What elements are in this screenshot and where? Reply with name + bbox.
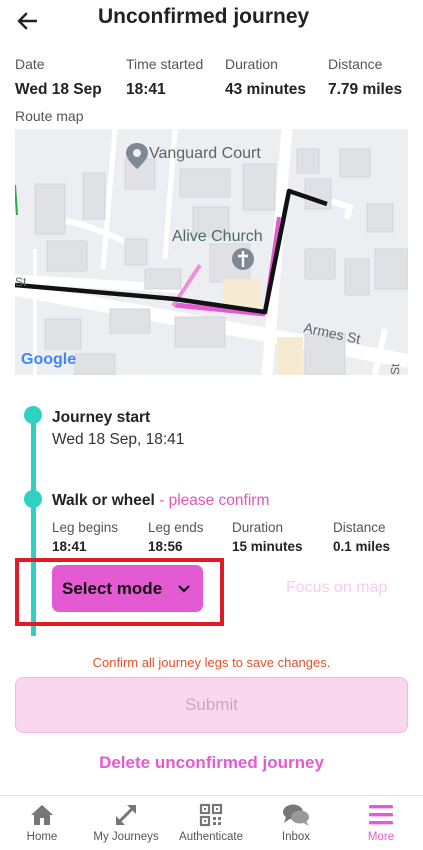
- leg-duration: Duration 15 minutes: [232, 520, 303, 554]
- nav-authenticate[interactable]: Authenticate: [169, 796, 253, 850]
- map-label-street-right: St: [388, 363, 402, 375]
- summary-distance-value: 7.79 miles: [328, 81, 403, 98]
- nav-authenticate-label: Authenticate: [179, 831, 243, 843]
- route-map[interactable]: Vanguard Court Alive Church Armes St St …: [15, 129, 408, 375]
- nav-more[interactable]: More: [339, 796, 423, 850]
- header: Unconfirmed journey: [0, 0, 423, 40]
- leg-duration-label: Duration: [232, 520, 284, 535]
- leg-distance: Distance 0.1 miles: [333, 520, 390, 554]
- page-title: Unconfirmed journey: [98, 5, 310, 28]
- map-canvas: Vanguard Court Alive Church Armes St St …: [15, 129, 408, 375]
- leg-begins-value: 18:41: [52, 539, 87, 554]
- leg-ends-label: Leg ends: [148, 520, 204, 535]
- nav-home-label: Home: [26, 831, 58, 843]
- journey-start-datetime: Wed 18 Sep, 18:41: [52, 431, 185, 448]
- journey-summary: Date Wed 18 Sep Time started 18:41 Durat…: [0, 56, 423, 102]
- leg-duration-value: 15 minutes: [232, 539, 303, 554]
- leg-begins-label: Leg begins: [52, 520, 119, 535]
- focus-on-map-link[interactable]: Focus on map: [286, 579, 387, 597]
- church-icon: [232, 248, 254, 270]
- select-mode-button[interactable]: Select mode: [52, 565, 203, 612]
- submit-button[interactable]: Submit: [15, 677, 408, 733]
- leg-mode: Walk or wheel: [52, 492, 155, 509]
- arrow-left-icon: [17, 12, 37, 30]
- summary-duration-value: 43 minutes: [225, 81, 306, 98]
- back-button[interactable]: [14, 8, 40, 34]
- summary-time-started: Time started 18:41: [126, 56, 203, 99]
- map-label-alive-church: Alive Church: [172, 228, 263, 245]
- summary-time-value: 18:41: [126, 81, 166, 98]
- leg-ends: Leg ends 18:56: [148, 520, 204, 554]
- leg-ends-value: 18:56: [148, 539, 183, 554]
- summary-distance-label: Distance: [328, 56, 383, 72]
- nav-my-journeys-label: My Journeys: [93, 831, 159, 843]
- home-icon: [31, 805, 53, 825]
- menu-icon: [369, 805, 393, 825]
- nav-inbox-label: Inbox: [281, 831, 311, 843]
- leg-distance-value: 0.1 miles: [333, 539, 391, 554]
- chevron-down-icon: [178, 584, 190, 593]
- summary-distance: Distance 7.79 miles: [328, 56, 402, 99]
- summary-duration-label: Duration: [225, 56, 278, 72]
- leg-begins: Leg begins 18:41: [52, 520, 118, 554]
- nav-more-label: More: [367, 831, 395, 843]
- timeline-start-dot: [24, 406, 42, 424]
- select-mode-label: Select mode: [62, 578, 163, 598]
- route-map-label: Route map: [15, 108, 84, 124]
- nav-home[interactable]: Home: [0, 796, 84, 850]
- leg-distance-label: Distance: [333, 520, 386, 535]
- bottom-nav: Home My Journeys Authenticate Inbox More: [0, 795, 423, 850]
- timeline-leg-dot: [24, 490, 42, 508]
- map-label-street-left: St: [15, 275, 27, 289]
- map-label-vanguard-court: Vanguard Court: [149, 145, 261, 162]
- confirm-warning: Confirm all journey legs to save changes…: [92, 655, 331, 670]
- summary-time-label: Time started: [126, 56, 204, 72]
- google-logo: Google: [21, 351, 76, 368]
- nav-my-journeys[interactable]: My Journeys: [84, 796, 168, 850]
- journey-start-title: Journey start: [52, 409, 151, 426]
- leg-title: Walk or wheel - please confirm: [52, 492, 269, 510]
- leg-confirm-note: - please confirm: [154, 492, 270, 509]
- delete-journey-link[interactable]: Delete unconfirmed journey: [0, 753, 423, 773]
- summary-duration: Duration 43 minutes: [225, 56, 306, 99]
- summary-date-value: Wed 18 Sep: [15, 81, 102, 98]
- chat-bubbles-icon: [283, 804, 309, 826]
- nav-inbox[interactable]: Inbox: [254, 796, 338, 850]
- qr-code-icon: [199, 803, 223, 827]
- summary-date: Date Wed 18 Sep: [15, 56, 102, 99]
- summary-date-label: Date: [15, 56, 45, 72]
- expand-arrows-icon: [115, 804, 137, 826]
